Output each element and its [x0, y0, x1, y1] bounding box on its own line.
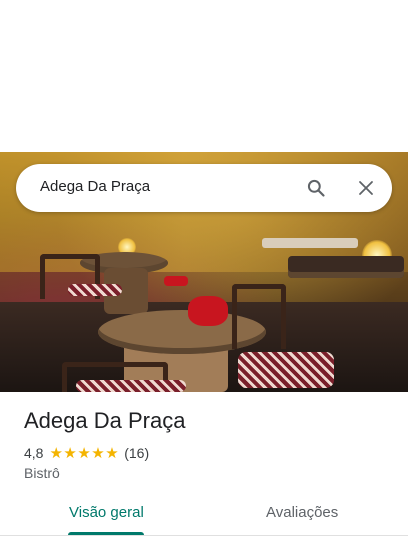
search-icon-glyph	[307, 179, 325, 197]
tab-bar: Visão geral Avaliações	[0, 496, 408, 536]
search-icon[interactable]	[304, 176, 328, 200]
photo-cushion-front	[76, 380, 186, 392]
photo-cushion-right	[238, 352, 334, 388]
review-count[interactable]: (16)	[124, 445, 149, 461]
tab-divider	[0, 535, 408, 536]
photo-table-right	[288, 256, 404, 278]
place-category: Bistrô	[24, 465, 60, 481]
rating-value: 4,8	[24, 445, 44, 461]
photo-red-object	[188, 296, 228, 326]
close-icon[interactable]	[354, 176, 378, 200]
close-icon-glyph	[359, 181, 373, 195]
place-title: Adega Da Praça	[24, 408, 186, 433]
star-rating-icon: ★★★★★	[49, 445, 120, 462]
photo-cushion-left	[68, 284, 122, 296]
search-input[interactable]: Adega Da Praça	[40, 178, 150, 195]
tab-overview[interactable]: Visão geral	[69, 504, 144, 521]
search-bar[interactable]: Adega Da Praça	[16, 164, 392, 212]
photo-bench	[262, 238, 358, 248]
photo-red-object-small	[164, 276, 188, 286]
photo-chair-right	[232, 284, 286, 349]
tab-reviews[interactable]: Avaliações	[266, 504, 338, 521]
rating-row[interactable]: 4,8 ★★★★★ (16)	[24, 444, 149, 462]
